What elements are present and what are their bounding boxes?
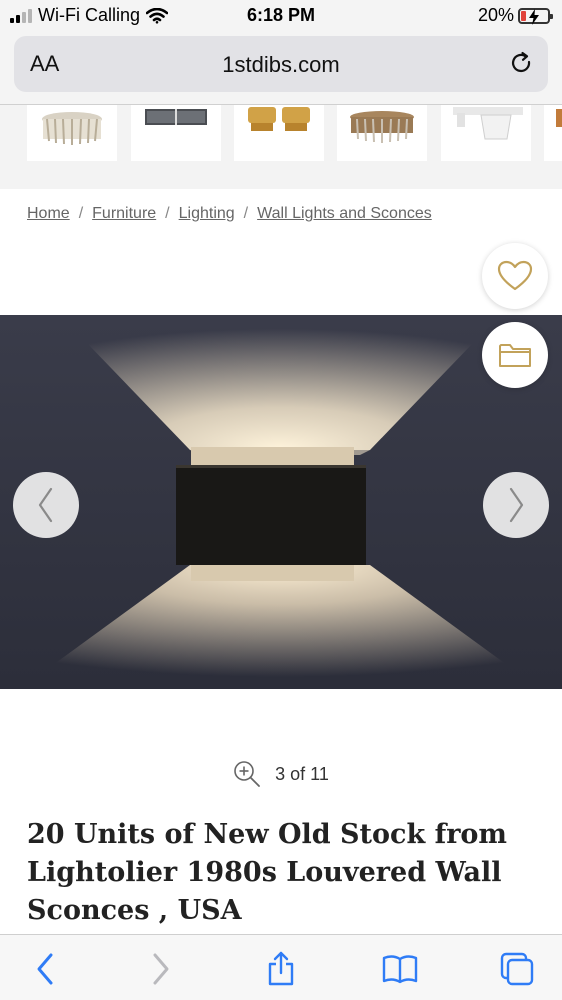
address-area: AA 1stdibs.com xyxy=(0,34,562,104)
wifi-icon xyxy=(146,7,169,24)
status-right: 20% xyxy=(477,5,553,26)
battery-icon xyxy=(518,7,553,25)
thumbnail-5[interactable] xyxy=(441,105,531,161)
thumbnail-3[interactable] xyxy=(234,105,324,161)
breadcrumb-furniture[interactable]: Furniture xyxy=(92,205,156,223)
sconce-photo xyxy=(0,315,562,689)
breadcrumb: Home / Furniture / Lighting / Wall Light… xyxy=(27,205,432,223)
share-icon xyxy=(268,951,294,986)
back-button[interactable] xyxy=(25,949,65,989)
thumbnail-strip xyxy=(0,105,562,189)
status-bar: Wi-Fi Calling 6:18 PM 20% xyxy=(0,0,562,34)
status-left: Wi-Fi Calling xyxy=(10,5,169,26)
breadcrumb-lighting[interactable]: Lighting xyxy=(179,205,235,223)
gallery-next-button[interactable] xyxy=(483,472,549,538)
reload-icon[interactable] xyxy=(508,50,536,78)
battery-fill xyxy=(521,10,526,21)
chevron-left-icon xyxy=(38,487,53,523)
battery-percent: 20% xyxy=(477,5,514,25)
bookmarks-icon xyxy=(382,955,418,984)
browser-toolbar xyxy=(0,934,562,1000)
folder-icon xyxy=(499,344,531,367)
forward-icon xyxy=(153,953,169,985)
text-size-button[interactable]: AA xyxy=(30,51,59,77)
address-bar[interactable]: AA 1stdibs.com xyxy=(14,36,548,92)
thumbnail-4[interactable] xyxy=(337,105,427,161)
bookmarks-button[interactable] xyxy=(380,949,420,989)
chevron-right-icon xyxy=(509,487,524,523)
image-counter: 3 of 11 xyxy=(0,760,562,788)
thumbnail-1[interactable] xyxy=(27,105,117,161)
counter-text: 3 of 11 xyxy=(275,763,329,784)
back-icon xyxy=(37,953,53,985)
tabs-icon xyxy=(500,952,534,986)
tabs-button[interactable] xyxy=(497,949,537,989)
product-image[interactable] xyxy=(0,315,562,689)
save-to-folder-button[interactable] xyxy=(482,322,548,388)
breadcrumb-separator: / xyxy=(165,205,170,222)
breadcrumb-home[interactable]: Home xyxy=(27,205,70,223)
share-button[interactable] xyxy=(261,949,301,989)
carrier-label: Wi-Fi Calling xyxy=(38,5,141,25)
gallery-prev-button[interactable] xyxy=(13,472,79,538)
heart-icon xyxy=(497,260,533,291)
charging-bolt-icon xyxy=(529,8,539,25)
thumbnail-6[interactable] xyxy=(544,105,562,161)
url-text[interactable]: 1stdibs.com xyxy=(14,52,548,78)
signal-icon xyxy=(10,8,32,23)
favorite-button[interactable] xyxy=(482,243,548,309)
forward-button[interactable] xyxy=(141,949,181,989)
breadcrumb-separator: / xyxy=(243,205,249,222)
breadcrumb-separator: / xyxy=(78,205,84,222)
breadcrumb-wall-lights[interactable]: Wall Lights and Sconces xyxy=(257,205,432,223)
thumbnail-2[interactable] xyxy=(131,105,221,161)
zoom-in-icon[interactable] xyxy=(233,760,261,788)
product-title: 20 Units of New Old Stock from Lightolie… xyxy=(27,819,508,926)
